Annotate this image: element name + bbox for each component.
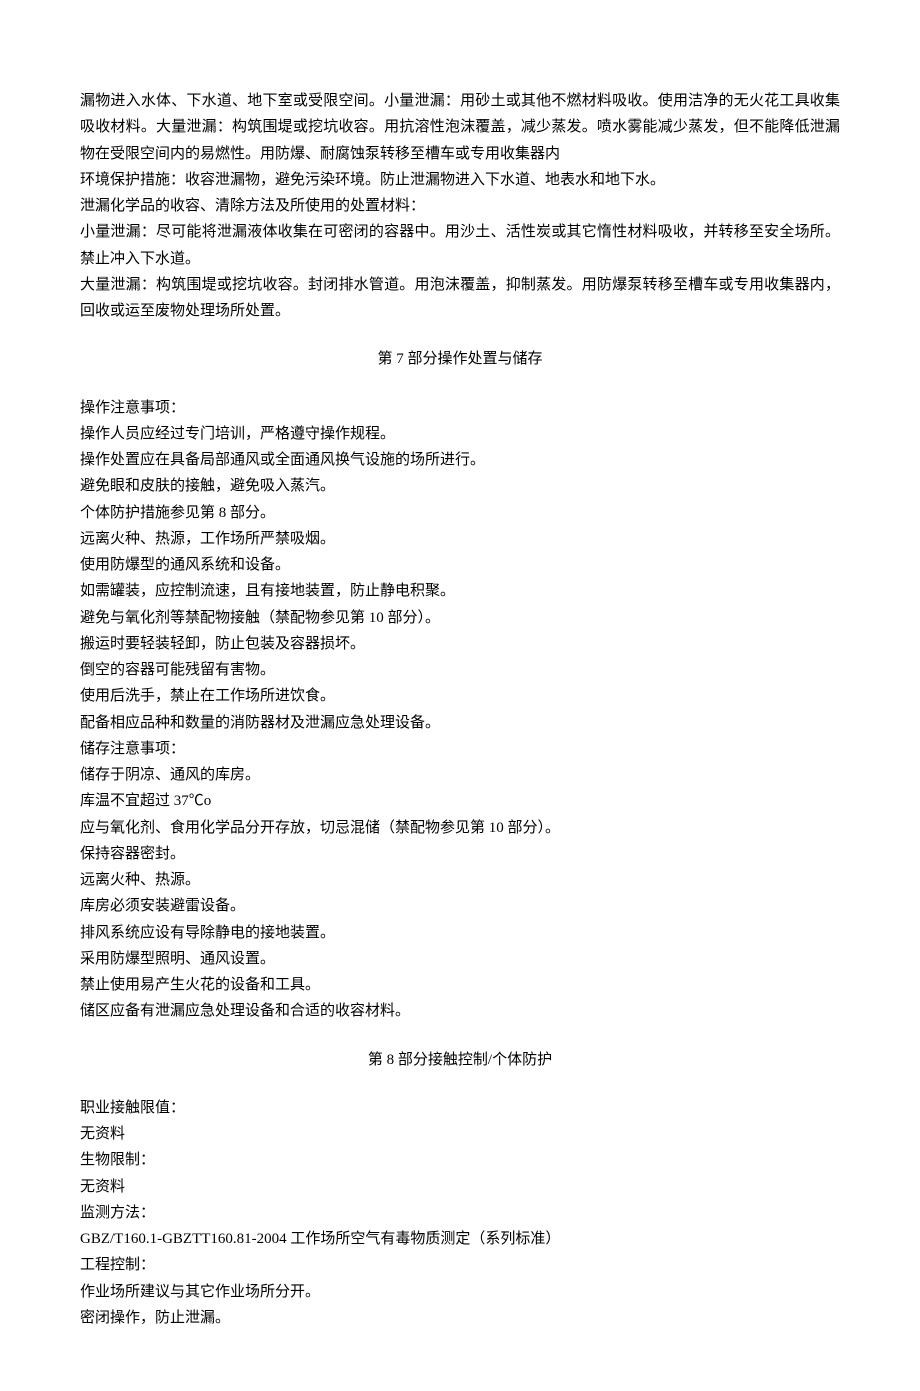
st-item-7: 排风系统应设有导除静电的接地装置。	[80, 920, 840, 946]
op-item-5: 远离火种、热源，工作场所严禁吸烟。	[80, 526, 840, 552]
op-item-11: 使用后洗手，禁止在工作场所进饮食。	[80, 683, 840, 709]
s8-line-1: 职业接触限值：	[80, 1095, 840, 1121]
section-8-block: 职业接触限值： 无资料 生物限制： 无资料 监测方法： GBZ/T160.1-G…	[80, 1095, 840, 1331]
section-7-block: 操作注意事项： 操作人员应经过专门培训，严格遵守操作规程。 操作处置应在具备局部…	[80, 395, 840, 1025]
s8-line-7: 工程控制：	[80, 1252, 840, 1278]
st-item-2: 库温不宜超过 37℃o	[80, 788, 840, 814]
st-item-1: 储存于阴凉、通风的库房。	[80, 762, 840, 788]
st-item-5: 远离火种、热源。	[80, 867, 840, 893]
intro-p4: 小量泄漏：尽可能将泄漏液体收集在可密闭的容器中。用沙土、活性炭或其它惰性材料吸收…	[80, 219, 840, 272]
st-item-3: 应与氧化剂、食用化学品分开存放，切忌混储（禁配物参见第 10 部分）。	[80, 815, 840, 841]
op-item-10: 倒空的容器可能残留有害物。	[80, 657, 840, 683]
intro-p1: 漏物进入水体、下水道、地下室或受限空间。小量泄漏：用砂土或其他不燃材料吸收。使用…	[80, 88, 840, 167]
storage-notes-label: 储存注意事项：	[80, 736, 840, 762]
op-item-2: 操作处置应在具备局部通风或全面通风换气设施的场所进行。	[80, 447, 840, 473]
st-item-10: 储区应备有泄漏应急处理设备和合适的收容材料。	[80, 998, 840, 1024]
s8-line-3: 生物限制：	[80, 1147, 840, 1173]
op-item-9: 搬运时要轻装轻卸，防止包装及容器损坏。	[80, 631, 840, 657]
op-item-6: 使用防爆型的通风系统和设备。	[80, 552, 840, 578]
s8-line-2: 无资料	[80, 1121, 840, 1147]
s8-line-9: 密闭操作，防止泄漏。	[80, 1305, 840, 1331]
st-item-9: 禁止使用易产生火花的设备和工具。	[80, 972, 840, 998]
op-item-1: 操作人员应经过专门培训，严格遵守操作规程。	[80, 421, 840, 447]
op-item-8: 避免与氧化剂等禁配物接触（禁配物参见第 10 部分）。	[80, 605, 840, 631]
st-item-4: 保持容器密封。	[80, 841, 840, 867]
section-8-title: 第 8 部分接触控制/个体防护	[80, 1047, 840, 1073]
s8-line-6: GBZ/T160.1-GBZTT160.81-2004 工作场所空气有毒物质测定…	[80, 1226, 840, 1252]
operation-notes-label: 操作注意事项：	[80, 395, 840, 421]
intro-p5: 大量泄漏：构筑围堤或挖坑收容。封闭排水管道。用泡沫覆盖，抑制蒸发。用防爆泵转移至…	[80, 272, 840, 325]
s8-line-4: 无资料	[80, 1174, 840, 1200]
st-item-6: 库房必须安装避雷设备。	[80, 893, 840, 919]
op-item-3: 避免眼和皮肤的接触，避免吸入蒸汽。	[80, 473, 840, 499]
st-item-8: 采用防爆型照明、通风设置。	[80, 946, 840, 972]
intro-p2: 环境保护措施：收容泄漏物，避免污染环境。防止泄漏物进入下水道、地表水和地下水。	[80, 167, 840, 193]
intro-block: 漏物进入水体、下水道、地下室或受限空间。小量泄漏：用砂土或其他不燃材料吸收。使用…	[80, 88, 840, 324]
s8-line-5: 监测方法：	[80, 1200, 840, 1226]
op-item-7: 如需罐装，应控制流速，且有接地装置，防止静电积聚。	[80, 578, 840, 604]
op-item-12: 配备相应品种和数量的消防器材及泄漏应急处理设备。	[80, 710, 840, 736]
intro-p3: 泄漏化学品的收容、清除方法及所使用的处置材料：	[80, 193, 840, 219]
op-item-4: 个体防护措施参见第 8 部分。	[80, 500, 840, 526]
section-7-title: 第 7 部分操作处置与储存	[80, 346, 840, 372]
